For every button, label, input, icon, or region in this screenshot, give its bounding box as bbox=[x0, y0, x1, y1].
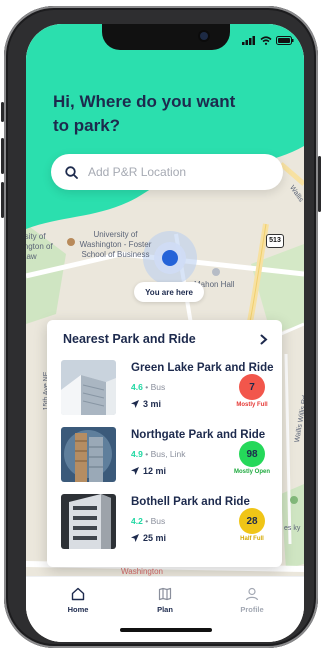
park-ride-item-green-lake[interactable]: Green Lake Park and Ride 4.6 • Bus 3 mi … bbox=[61, 360, 274, 416]
search-bar[interactable] bbox=[51, 154, 283, 190]
greeting-heading: Hi, Where do you want to park? bbox=[53, 92, 236, 135]
tab-label: Home bbox=[67, 605, 89, 614]
home-indicator[interactable] bbox=[120, 628, 212, 632]
park-ride-name: Green Lake Park and Ride bbox=[131, 362, 274, 374]
park-ride-item-northgate[interactable]: Northgate Park and Ride 4.9 • Bus, Link … bbox=[61, 427, 273, 483]
home-icon bbox=[71, 587, 85, 601]
route-shield: 513 bbox=[266, 234, 284, 248]
search-icon bbox=[65, 165, 78, 179]
card-title: Nearest Park and Ride bbox=[63, 332, 196, 346]
distance-value: 12 mi bbox=[143, 466, 167, 476]
availability-badge: 7 bbox=[239, 374, 265, 400]
map-book-icon bbox=[158, 587, 172, 601]
notch bbox=[102, 24, 230, 50]
battery-icon bbox=[276, 36, 294, 45]
availability-badge: 28 bbox=[239, 508, 265, 534]
transit-modes: Bus, Link bbox=[150, 449, 186, 459]
availability-status: Mostly Open bbox=[233, 469, 270, 475]
distance: 25 mi bbox=[131, 533, 166, 543]
user-icon bbox=[245, 587, 259, 601]
transit-modes: Bus bbox=[150, 516, 166, 526]
distance: 3 mi bbox=[131, 399, 161, 409]
volume-down-button bbox=[1, 182, 4, 218]
park-ride-name: Northgate Park and Ride bbox=[131, 429, 266, 441]
rating-value: 4.9 bbox=[131, 449, 143, 459]
rating-value: 4.6 bbox=[131, 382, 143, 392]
availability-badge: 98 bbox=[239, 441, 265, 467]
map-label-es-ky: es ky bbox=[284, 525, 301, 532]
navigation-arrow-icon bbox=[131, 467, 139, 475]
park-ride-item-bothell[interactable]: Bothell Park and Ride 4.2 • Bus 25 mi 28… bbox=[61, 494, 273, 550]
park-ride-thumbnail bbox=[61, 427, 116, 482]
distance-value: 3 mi bbox=[143, 399, 162, 409]
wifi-icon bbox=[260, 36, 272, 45]
park-ride-meta: 4.2 • Bus bbox=[131, 516, 165, 526]
park-ride-thumbnail bbox=[61, 494, 116, 549]
distance: 12 mi bbox=[131, 466, 166, 476]
map-label-univ-law: rsity of ington of Law bbox=[26, 232, 53, 261]
distance-value: 25 mi bbox=[143, 533, 167, 543]
meta-separator: • bbox=[145, 449, 149, 459]
tab-home[interactable]: Home bbox=[48, 587, 108, 614]
park-ride-meta: 4.9 • Bus, Link bbox=[131, 449, 186, 459]
phone-frame: Hi, Where do you want to park? rsity of … bbox=[1, 6, 321, 648]
meta-separator: • bbox=[145, 516, 149, 526]
volume-up-button bbox=[1, 138, 4, 174]
chevron-right-icon[interactable] bbox=[260, 334, 268, 345]
camera bbox=[200, 32, 208, 40]
availability-status: Half Full bbox=[240, 536, 264, 542]
you-are-here-label: You are here bbox=[134, 282, 204, 302]
tab-label: Plan bbox=[157, 605, 173, 614]
meta-separator: • bbox=[145, 382, 149, 392]
status-bar bbox=[242, 36, 294, 45]
map-label-university: University of Washington - Foster School… bbox=[79, 230, 152, 259]
rating-value: 4.2 bbox=[131, 516, 143, 526]
tab-label: Profile bbox=[240, 605, 264, 614]
transit-modes: Bus bbox=[150, 382, 166, 392]
tab-profile[interactable]: Profile bbox=[222, 587, 282, 614]
card-header[interactable]: Nearest Park and Ride bbox=[63, 332, 268, 346]
search-input[interactable] bbox=[88, 165, 258, 179]
app-screen: Hi, Where do you want to park? rsity of … bbox=[26, 24, 304, 642]
signal-icon bbox=[242, 36, 255, 45]
mute-switch bbox=[1, 102, 4, 122]
nearest-park-and-ride-card: Nearest Park and Ride Green Lake Park an… bbox=[47, 320, 282, 567]
availability-status: Mostly Full bbox=[236, 402, 268, 408]
power-button bbox=[318, 156, 321, 212]
park-ride-thumbnail bbox=[61, 360, 116, 415]
navigation-arrow-icon bbox=[131, 400, 139, 408]
tab-plan[interactable]: Plan bbox=[135, 587, 195, 614]
navigation-arrow-icon bbox=[131, 534, 139, 542]
park-ride-meta: 4.6 • Bus bbox=[131, 382, 165, 392]
park-ride-name: Bothell Park and Ride bbox=[131, 496, 250, 508]
bottom-tab-bar: Home Plan Profile bbox=[26, 576, 304, 642]
